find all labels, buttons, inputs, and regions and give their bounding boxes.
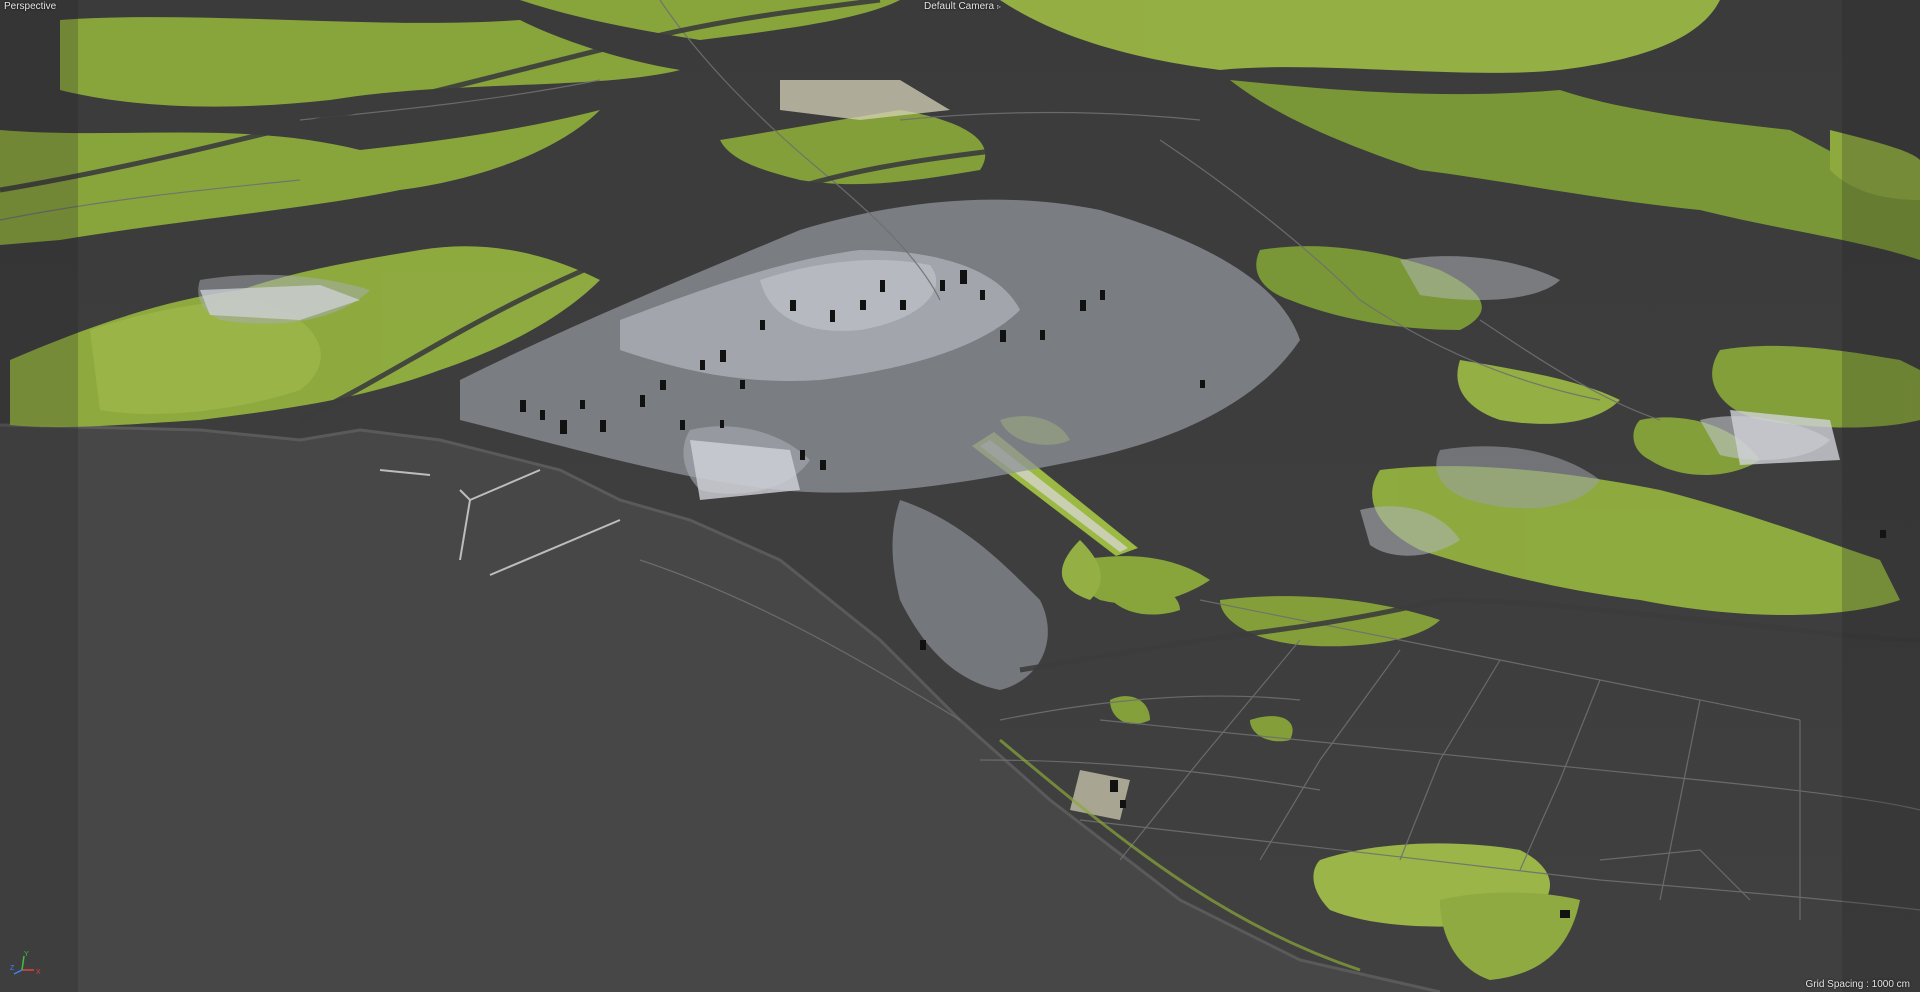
city-terrain-scene[interactable] <box>0 0 1920 992</box>
camera-icon[interactable]: ▹ <box>997 1 1001 13</box>
safe-frame-left <box>0 0 78 992</box>
3d-viewport[interactable]: Perspective Default Camera ▹ Grid Spacin… <box>0 0 1920 992</box>
axis-z-label: Z <box>10 965 15 972</box>
safe-frame-right <box>1842 0 1920 992</box>
view-mode-label[interactable]: Perspective <box>4 1 56 13</box>
axis-gizmo: X Y Z <box>10 951 41 976</box>
grid-spacing-label: Grid Spacing : 1000 cm <box>1805 979 1911 990</box>
camera-menu[interactable]: Default Camera ▹ <box>924 1 1001 13</box>
axis-z-line <box>13 969 23 975</box>
camera-label[interactable]: Default Camera <box>924 1 994 13</box>
axis-y-line <box>21 955 25 971</box>
axis-y-label: Y <box>24 951 29 958</box>
axis-x-label: X <box>36 969 41 976</box>
